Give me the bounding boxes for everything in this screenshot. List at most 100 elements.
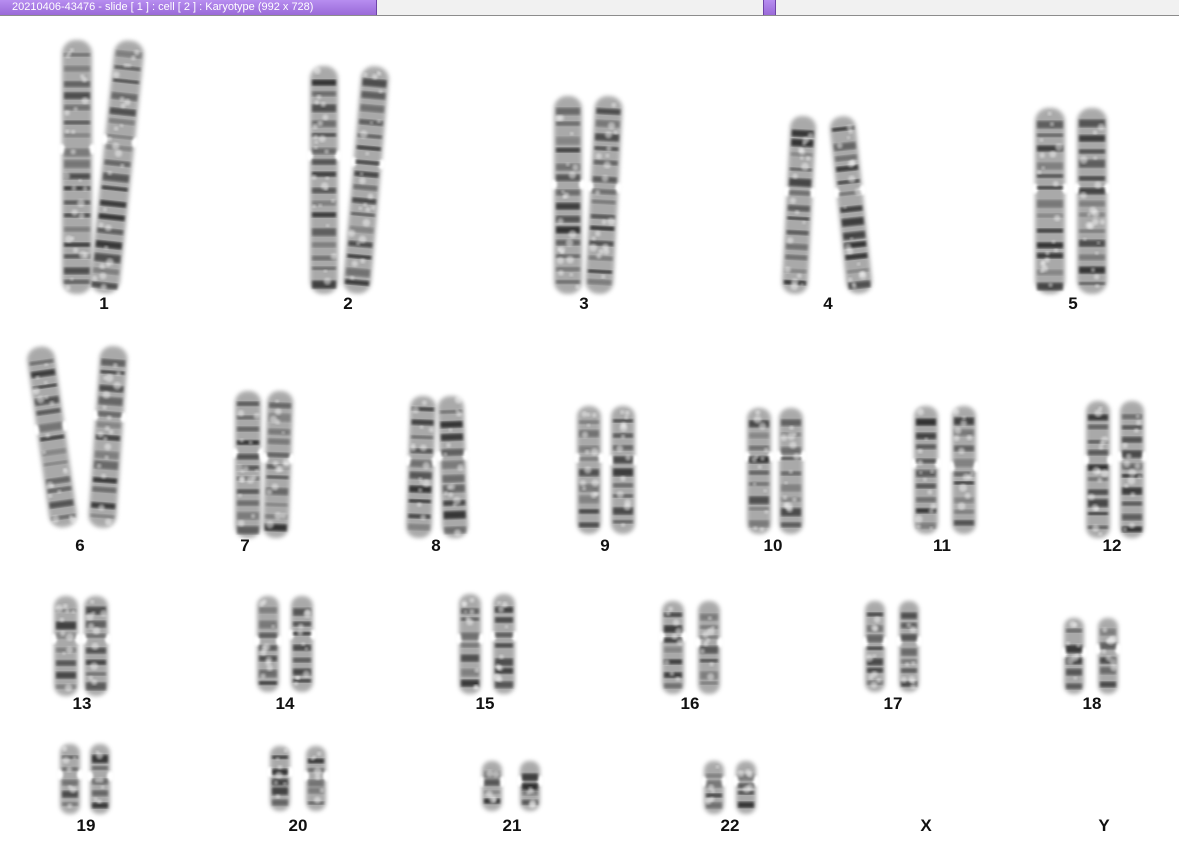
texture-speckle: [100, 785, 105, 789]
chromosome-15-homolog-1[interactable]: [454, 594, 486, 694]
chromosome-pair-18[interactable]: [1059, 618, 1123, 694]
texture-speckle: [316, 94, 322, 100]
chromosome-11-homolog-1[interactable]: [909, 406, 943, 534]
g-band: [259, 681, 277, 685]
centromere-notch: [973, 461, 981, 472]
chromosome-19-homolog-1[interactable]: [55, 744, 85, 814]
chromosome-pair-12[interactable]: [1081, 401, 1149, 538]
texture-speckle: [67, 784, 72, 789]
chromosome-4-homolog-2[interactable]: [824, 115, 878, 296]
texture-speckle: [1099, 440, 1105, 446]
chromosome-pair-16[interactable]: [657, 601, 725, 694]
chromosome-pair-20[interactable]: [265, 746, 331, 811]
chromosome-pair-9[interactable]: [572, 406, 640, 534]
chromosome-pair-1[interactable]: [57, 39, 150, 296]
texture-speckle: [581, 411, 588, 417]
chromosome-20-homolog-2[interactable]: [301, 746, 331, 811]
chromosome-9-homolog-2[interactable]: [606, 406, 640, 534]
chromosome-2-homolog-1[interactable]: [305, 66, 343, 294]
chromosome-13-homolog-1[interactable]: [49, 596, 83, 696]
chromosome-1-homolog-1[interactable]: [57, 40, 97, 294]
chromosome-17-homolog-1[interactable]: [860, 601, 890, 692]
texture-speckle: [469, 597, 475, 603]
chromosome-pair-13[interactable]: [49, 596, 113, 696]
texture-speckle: [558, 270, 564, 276]
chromosome-8-homolog-2[interactable]: [433, 395, 474, 539]
texture-speckle: [906, 622, 912, 628]
chromosome-pair-11[interactable]: [909, 406, 981, 534]
chromosome-19-homolog-2[interactable]: [85, 744, 115, 814]
chromosome-5-homolog-2[interactable]: [1072, 108, 1112, 294]
chromosome-7-homolog-2[interactable]: [257, 390, 298, 539]
texture-speckle: [663, 659, 670, 666]
chromosome-18-homolog-2[interactable]: [1093, 618, 1123, 694]
chromosome-pair-5[interactable]: [1030, 108, 1112, 294]
chromosome-pair-6[interactable]: [21, 344, 134, 530]
chromosome-21-homolog-2[interactable]: [515, 761, 545, 811]
chromosome-pair-21[interactable]: [477, 761, 545, 811]
chromosome-pair-8[interactable]: [401, 395, 474, 539]
texture-speckle: [1094, 409, 1103, 418]
texture-speckle: [753, 415, 762, 424]
g-band: [556, 202, 580, 210]
chromosome-pair-4[interactable]: [776, 115, 878, 296]
window-title-tab[interactable]: 20210406-43476 - slide [ 1 ] : cell [ 2 …: [0, 0, 377, 15]
chromosome-13-homolog-2[interactable]: [79, 596, 113, 696]
texture-speckle: [313, 767, 322, 776]
chromosome-6-homolog-1[interactable]: [21, 344, 84, 530]
chromosome-14-homolog-1[interactable]: [252, 596, 284, 692]
chromosome-pair-2[interactable]: [305, 65, 395, 295]
chromosome-16-homolog-1[interactable]: [657, 601, 689, 694]
chromosome-pair-7[interactable]: [230, 390, 299, 539]
chromosome-pair-22[interactable]: [699, 761, 761, 814]
chromosome-5-homolog-1[interactable]: [1030, 108, 1070, 294]
chromosome-21-homolog-1[interactable]: [477, 761, 507, 811]
chromosome-pair-14[interactable]: [252, 596, 318, 692]
chromosome-6-homolog-2[interactable]: [83, 345, 134, 529]
texture-speckle: [568, 171, 577, 180]
texture-speckle: [1109, 657, 1117, 665]
chromosome-8-homolog-1[interactable]: [401, 395, 442, 539]
chromosome-10-homolog-2[interactable]: [774, 408, 808, 534]
chromosome-10-homolog-1[interactable]: [742, 408, 776, 534]
centromere-notch: [1072, 183, 1080, 194]
chromosome-3-homolog-1[interactable]: [549, 96, 587, 294]
texture-speckle: [1096, 241, 1101, 245]
chromosome-12-homolog-2[interactable]: [1115, 401, 1149, 538]
centromere-notch: [478, 633, 486, 644]
chromosome-7-homolog-1[interactable]: [230, 391, 266, 538]
texture-speckle: [1044, 257, 1050, 263]
chromosome-22-homolog-2[interactable]: [731, 761, 761, 814]
chromosome-9-homolog-1[interactable]: [572, 406, 606, 534]
chromosome-15-homolog-2[interactable]: [488, 594, 520, 694]
chromosome-11-homolog-2[interactable]: [947, 406, 981, 534]
chromatid-body: [829, 116, 873, 294]
chromosome-2-homolog-2[interactable]: [337, 65, 395, 295]
chromosome-pair-15[interactable]: [454, 594, 520, 694]
texture-speckle: [788, 470, 793, 474]
chromosome-20-homolog-1[interactable]: [265, 746, 295, 811]
chromosome-1-homolog-2[interactable]: [84, 39, 150, 296]
chromosome-pair-10[interactable]: [742, 408, 808, 534]
chromosome-12-homolog-1[interactable]: [1081, 401, 1115, 538]
texture-speckle: [1122, 442, 1128, 449]
chromosome-pair-3[interactable]: [549, 95, 628, 295]
texture-speckle: [789, 441, 797, 449]
titlebar-scroll-marker[interactable]: [763, 0, 776, 15]
g-band: [1088, 512, 1108, 516]
chromosome-18-homolog-1[interactable]: [1059, 618, 1089, 694]
texture-speckle: [97, 799, 102, 804]
texture-speckle: [65, 608, 70, 614]
chromosome-16-homolog-2[interactable]: [693, 601, 725, 694]
chromosome-4-homolog-1[interactable]: [776, 115, 821, 295]
centromere-notch: [549, 179, 557, 190]
chromosome-pair-19[interactable]: [55, 744, 115, 814]
texture-speckle: [320, 182, 329, 191]
chromosome-22-homolog-1[interactable]: [699, 761, 729, 814]
texture-speckle: [62, 172, 71, 180]
chromosome-14-homolog-2[interactable]: [286, 596, 318, 692]
chromosome-label-2: 2: [343, 294, 352, 313]
chromosome-pair-17[interactable]: [860, 601, 924, 692]
chromosome-17-homolog-2[interactable]: [894, 601, 924, 692]
chromosome-3-homolog-2[interactable]: [580, 95, 628, 295]
